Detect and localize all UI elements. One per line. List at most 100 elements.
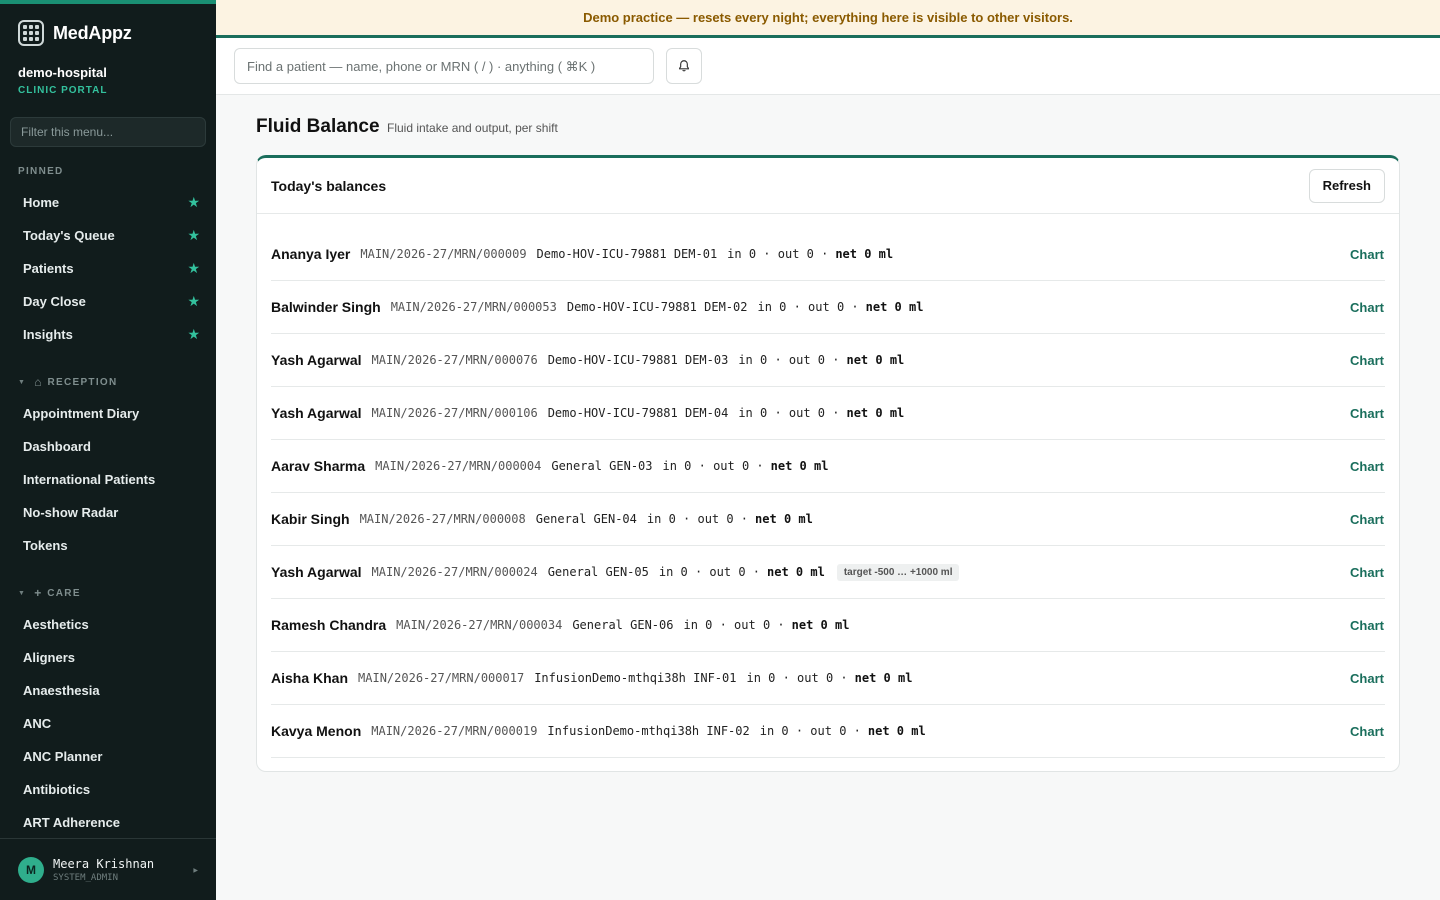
patient-name[interactable]: Balwinder Singh <box>271 299 381 315</box>
sidebar-item-anc[interactable]: ANC <box>0 707 216 740</box>
sidebar-item-label: ANC <box>23 716 52 731</box>
sidebar-item-label: Patients <box>23 261 74 276</box>
section-care-header[interactable]: ▼ + CARE <box>0 578 216 608</box>
patient-search-input[interactable] <box>234 48 654 84</box>
table-row: Yash Agarwal MAIN/2026-27/MRN/000076 Demo-… <box>271 334 1385 387</box>
star-icon[interactable]: ★ <box>187 227 200 244</box>
intake-output: in 0 · out 0 · <box>746 671 848 685</box>
section-label: RECEPTION <box>47 376 118 388</box>
patient-name[interactable]: Aisha Khan <box>271 670 348 686</box>
sidebar-item-label: Antibiotics <box>23 782 91 797</box>
chart-link[interactable]: Chart <box>1350 671 1384 686</box>
chart-link[interactable]: Chart <box>1350 247 1384 262</box>
sidebar-item-day-close[interactable]: Day Close ★ <box>0 285 216 318</box>
table-row: Yash Agarwal MAIN/2026-27/MRN/000106 Demo-… <box>271 387 1385 440</box>
sidebar-item-label: Aesthetics <box>23 617 89 632</box>
patient-name[interactable]: Yash Agarwal <box>271 405 362 421</box>
net-balance: net 0 ml <box>767 565 825 579</box>
patient-name[interactable]: Kavya Menon <box>271 723 361 739</box>
chart-link[interactable]: Chart <box>1350 724 1384 739</box>
sidebar-nav[interactable]: PINNED Home ★ Today's Queue ★ Patients ★ Day C… <box>0 156 216 842</box>
sidebar-item-today-s-queue[interactable]: Today's Queue ★ <box>0 219 216 252</box>
star-icon[interactable]: ★ <box>187 326 200 343</box>
card-header: Today's balances Refresh <box>257 158 1399 214</box>
chart-link[interactable]: Chart <box>1350 300 1384 315</box>
bed-location: Demo-HOV-ICU-79881 DEM-04 <box>547 406 729 420</box>
star-icon[interactable]: ★ <box>187 194 200 211</box>
patient-name[interactable]: Kabir Singh <box>271 511 350 527</box>
reception-list: Appointment Diary Dashboard International … <box>0 397 216 562</box>
sidebar-item-international-patients[interactable]: International Patients <box>0 463 216 496</box>
avatar: M <box>18 856 44 883</box>
sidebar-item-anaesthesia[interactable]: Anaesthesia <box>0 674 216 707</box>
sidebar-item-label: Appointment Diary <box>23 406 140 421</box>
bed-location: InfusionDemo-mthqi38h INF-02 <box>547 724 750 738</box>
sidebar-item-no-show-radar[interactable]: No-show Radar <box>0 496 216 529</box>
net-balance: net 0 ml <box>791 618 850 632</box>
patient-name[interactable]: Yash Agarwal <box>271 352 362 368</box>
intake-output: in 0 · out 0 · <box>646 512 749 526</box>
menu-filter-input[interactable] <box>10 117 206 147</box>
table-row: Ramesh Chandra MAIN/2026-27/MRN/000034 Gen… <box>271 599 1385 652</box>
sidebar-item-label: Home <box>23 195 60 210</box>
patient-name[interactable]: Ananya Iyer <box>271 246 350 262</box>
notifications-button[interactable] <box>666 48 702 84</box>
bed-location: General GEN-03 <box>551 459 653 473</box>
sidebar-item-patients[interactable]: Patients ★ <box>0 252 216 285</box>
chart-link[interactable]: Chart <box>1350 353 1384 368</box>
card-title: Today's balances <box>271 177 387 194</box>
patient-name[interactable]: Aarav Sharma <box>271 458 365 474</box>
sidebar: MedAppz demo-hospital CLINIC PORTAL PINN… <box>0 0 216 900</box>
patient-name[interactable]: Ramesh Chandra <box>271 617 386 633</box>
sidebar-item-anc-planner[interactable]: ANC Planner <box>0 740 216 773</box>
grid-logo-icon <box>18 20 44 46</box>
intake-output: in 0 · out 0 · <box>759 724 861 738</box>
sidebar-item-tokens[interactable]: Tokens <box>0 529 216 562</box>
intake-output: in 0 · out 0 · <box>738 406 840 420</box>
sidebar-item-aligners[interactable]: Aligners <box>0 641 216 674</box>
chart-link[interactable]: Chart <box>1350 565 1384 580</box>
user-role: SYSTEM_ADMIN <box>53 872 119 883</box>
chart-link[interactable]: Chart <box>1350 406 1384 421</box>
sidebar-item-home[interactable]: Home ★ <box>0 186 216 219</box>
sidebar-item-label: Aligners <box>23 650 76 665</box>
user-menu[interactable]: M Meera Krishnan SYSTEM_ADMIN ▶ <box>0 838 216 900</box>
chart-link[interactable]: Chart <box>1350 512 1384 527</box>
sidebar-item-label: Dashboard <box>23 439 91 454</box>
sidebar-item-label: No-show Radar <box>23 505 119 520</box>
refresh-button[interactable]: Refresh <box>1308 168 1385 203</box>
sidebar-item-insights[interactable]: Insights ★ <box>0 318 216 351</box>
building-icon: ⌂ <box>34 375 42 389</box>
bed-location: Demo-HOV-ICU-79881 DEM-03 <box>547 353 729 367</box>
sidebar-item-art-adherence[interactable]: ART Adherence <box>0 806 216 839</box>
section-reception-header[interactable]: ▼ ⌂ RECEPTION <box>0 367 216 397</box>
sidebar-item-aesthetics[interactable]: Aesthetics <box>0 608 216 641</box>
table-row: Balwinder Singh MAIN/2026-27/MRN/000053 De… <box>271 281 1385 334</box>
net-balance: net 0 ml <box>867 724 926 738</box>
chart-link[interactable]: Chart <box>1350 618 1384 633</box>
star-icon[interactable]: ★ <box>187 293 200 310</box>
bed-location: Demo-HOV-ICU-79881 DEM-01 <box>536 247 718 261</box>
table-row: Aarav Sharma MAIN/2026-27/MRN/000004 Gener… <box>271 440 1385 493</box>
sidebar-item-antibiotics[interactable]: Antibiotics <box>0 773 216 806</box>
brand-name: MedAppz <box>53 22 132 43</box>
sidebar-item-label: Insights <box>23 327 73 342</box>
table-row: Aisha Khan MAIN/2026-27/MRN/000017 Infusio… <box>271 652 1385 705</box>
brand[interactable]: MedAppz <box>18 20 132 46</box>
net-balance: net 0 ml <box>835 247 894 261</box>
sidebar-item-label: ART Adherence <box>23 815 121 830</box>
plus-icon: + <box>34 586 42 600</box>
star-icon[interactable]: ★ <box>187 260 200 277</box>
chart-link[interactable]: Chart <box>1350 459 1384 474</box>
patient-name[interactable]: Yash Agarwal <box>271 564 362 580</box>
patient-mrn: MAIN/2026-27/MRN/000017 <box>358 671 525 685</box>
sidebar-item-label: Day Close <box>23 294 86 309</box>
bell-icon <box>679 60 689 72</box>
portal-label: CLINIC PORTAL <box>18 85 108 96</box>
sidebar-item-appointment-diary[interactable]: Appointment Diary <box>0 397 216 430</box>
care-list: Aesthetics Aligners Anaesthesia ANC ANC Plan… <box>0 608 216 842</box>
page-subtitle: Fluid intake and output, per shift <box>387 121 558 135</box>
bed-location: General GEN-04 <box>535 512 637 526</box>
intake-output: in 0 · out 0 · <box>662 459 764 473</box>
sidebar-item-dashboard[interactable]: Dashboard <box>0 430 216 463</box>
